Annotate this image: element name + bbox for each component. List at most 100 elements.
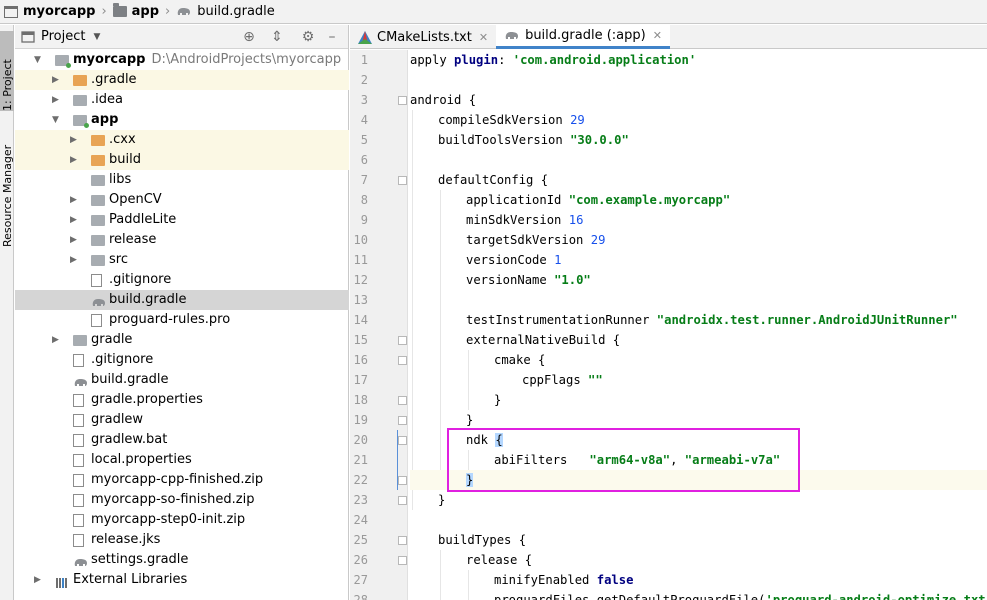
tree-item[interactable]: ▶ OpenCV xyxy=(15,190,349,210)
tree-item[interactable]: build.gradle xyxy=(15,290,349,310)
chevron-right-icon[interactable]: ▶ xyxy=(70,230,80,250)
chevron-right-icon[interactable]: ▶ xyxy=(70,190,80,210)
tree-item[interactable]: .gitignore xyxy=(15,270,349,290)
tree-item[interactable]: ▶ .gradle xyxy=(15,70,349,90)
folder-icon xyxy=(91,155,105,166)
code-line[interactable]: cmake { xyxy=(410,350,987,370)
tree-item[interactable]: ▶ src xyxy=(15,250,349,270)
code-line[interactable]: android { xyxy=(410,90,987,110)
tree-item[interactable]: settings.gradle xyxy=(15,550,349,570)
code-area[interactable]: apply plugin: 'com.android.application' a… xyxy=(410,50,987,600)
fold-marker-icon[interactable] xyxy=(398,476,407,485)
code-line[interactable]: minifyEnabled false xyxy=(410,570,987,590)
chevron-right-icon[interactable]: ▶ xyxy=(52,330,62,350)
chevron-right-icon[interactable]: ▶ xyxy=(52,90,62,110)
project-view-selector[interactable]: Project xyxy=(41,29,85,44)
code-line[interactable]: defaultConfig { xyxy=(410,170,987,190)
tree-item[interactable]: ▶ PaddleLite xyxy=(15,210,349,230)
code-line[interactable] xyxy=(410,70,987,90)
chevron-right-icon[interactable]: ▶ xyxy=(70,250,80,270)
chevron-down-icon[interactable]: ▼ xyxy=(52,110,62,130)
code-line[interactable] xyxy=(410,150,987,170)
file-icon xyxy=(73,394,84,407)
chevron-down-icon[interactable]: ▼ xyxy=(93,32,100,42)
code-line[interactable]: } xyxy=(410,410,987,430)
fold-marker-icon[interactable] xyxy=(398,416,407,425)
tree-item[interactable]: ▼ app xyxy=(15,110,349,130)
tree-item[interactable]: myorcapp-cpp-finished.zip xyxy=(15,470,349,490)
hide-panel-icon[interactable]: – xyxy=(324,29,340,45)
chevron-right-icon[interactable]: ▶ xyxy=(52,70,62,90)
line-number-gutter[interactable]: 1 2 3 4 5 6 7 8 9 10 11 12 13 14 15 16 17 18 19 20 21 22 23 24 2… xyxy=(350,50,408,600)
code-line[interactable] xyxy=(410,290,987,310)
code-line[interactable]: } xyxy=(410,490,987,510)
tree-item-name: OpenCV xyxy=(109,192,162,207)
tree-item[interactable]: ▶ gradle xyxy=(15,330,349,350)
code-editor[interactable]: 1 2 3 4 5 6 7 8 9 10 11 12 13 14 15 16 17 18 19 20 21 22 23 24 2… xyxy=(350,50,987,600)
tree-item[interactable]: myorcapp-step0-init.zip xyxy=(15,510,349,530)
tab-build-gradle[interactable]: build.gradle (:app) ✕ xyxy=(496,25,670,49)
code-line[interactable]: buildToolsVersion "30.0.0" xyxy=(410,130,987,150)
code-line[interactable]: targetSdkVersion 29 xyxy=(410,230,987,250)
breadcrumb-module[interactable]: app xyxy=(112,0,165,24)
tree-item[interactable]: release.jks xyxy=(15,530,349,550)
chevron-right-icon[interactable]: ▶ xyxy=(70,130,80,150)
fold-marker-icon[interactable] xyxy=(398,96,407,105)
project-tool-tab[interactable]: 1: Project xyxy=(0,31,14,111)
fold-marker-icon[interactable] xyxy=(398,536,407,545)
code-line[interactable]: cppFlags "" xyxy=(410,370,987,390)
tree-item[interactable]: ▶ build xyxy=(15,150,349,170)
fold-marker-icon[interactable] xyxy=(398,436,407,445)
tree-item-name: gradle.properties xyxy=(91,392,203,407)
tree-item[interactable]: ▶ .cxx xyxy=(15,130,349,150)
fold-marker-icon[interactable] xyxy=(398,496,407,505)
locate-file-icon[interactable]: ⊕ xyxy=(241,29,257,45)
tree-item[interactable]: build.gradle xyxy=(15,370,349,390)
line-number: 6 xyxy=(360,153,368,167)
fold-marker-icon[interactable] xyxy=(398,336,407,345)
tree-item[interactable]: proguard-rules.pro xyxy=(15,310,349,330)
code-line[interactable]: compileSdkVersion 29 xyxy=(410,110,987,130)
chevron-right-icon[interactable]: ▶ xyxy=(70,210,80,230)
code-line[interactable]: } xyxy=(410,390,987,410)
code-line[interactable]: externalNativeBuild { xyxy=(410,330,987,350)
tree-item[interactable]: ▶ .idea xyxy=(15,90,349,110)
tab-cmakelists[interactable]: CMakeLists.txt ✕ xyxy=(350,25,496,49)
fold-marker-icon[interactable] xyxy=(398,176,407,185)
fold-marker-icon[interactable] xyxy=(398,396,407,405)
tree-item[interactable]: gradle.properties xyxy=(15,390,349,410)
code-line[interactable]: versionName "1.0" xyxy=(410,270,987,290)
collapse-all-icon[interactable]: ⇕ xyxy=(269,29,285,45)
gear-icon[interactable]: ⚙ xyxy=(300,29,316,45)
code-line[interactable]: minSdkVersion 16 xyxy=(410,210,987,230)
code-line[interactable]: buildTypes { xyxy=(410,530,987,550)
breadcrumb-file[interactable]: build.gradle xyxy=(176,0,281,24)
code-line[interactable]: proguardFiles getDefaultProguardFile('pr… xyxy=(410,590,987,600)
resource-manager-tab[interactable]: Resource Manager xyxy=(0,137,14,247)
chevron-down-icon[interactable]: ▼ xyxy=(34,50,44,70)
tree-item-name: build.gradle xyxy=(91,372,169,387)
tree-item[interactable]: ▼ myorcapp D:\AndroidProjects\myorcapp xyxy=(15,50,349,70)
tree-item[interactable]: gradlew xyxy=(15,410,349,430)
code-line[interactable]: apply plugin: 'com.android.application' xyxy=(410,50,987,70)
tree-item[interactable]: local.properties xyxy=(15,450,349,470)
chevron-right-icon[interactable]: ▶ xyxy=(70,150,80,170)
code-line[interactable] xyxy=(410,510,987,530)
tree-item[interactable]: ▶ External Libraries xyxy=(15,570,349,590)
fold-marker-icon[interactable] xyxy=(398,356,407,365)
editor-tab-bar: CMakeLists.txt ✕ build.gradle (:app) ✕ xyxy=(350,25,987,49)
code-line[interactable]: release { xyxy=(410,550,987,570)
tree-item[interactable]: .gitignore xyxy=(15,350,349,370)
tree-item[interactable]: ▶ release xyxy=(15,230,349,250)
code-line[interactable]: versionCode 1 xyxy=(410,250,987,270)
chevron-right-icon[interactable]: ▶ xyxy=(34,570,44,590)
close-icon[interactable]: ✕ xyxy=(653,29,662,42)
close-icon[interactable]: ✕ xyxy=(479,31,488,44)
breadcrumb-project[interactable]: myorcapp xyxy=(4,0,101,24)
code-line[interactable]: testInstrumentationRunner "androidx.test… xyxy=(410,310,987,330)
tree-item[interactable]: libs xyxy=(15,170,349,190)
fold-marker-icon[interactable] xyxy=(398,556,407,565)
code-line[interactable]: applicationId "com.example.myorcapp" xyxy=(410,190,987,210)
tree-item[interactable]: myorcapp-so-finished.zip xyxy=(15,490,349,510)
tree-item[interactable]: gradlew.bat xyxy=(15,430,349,450)
